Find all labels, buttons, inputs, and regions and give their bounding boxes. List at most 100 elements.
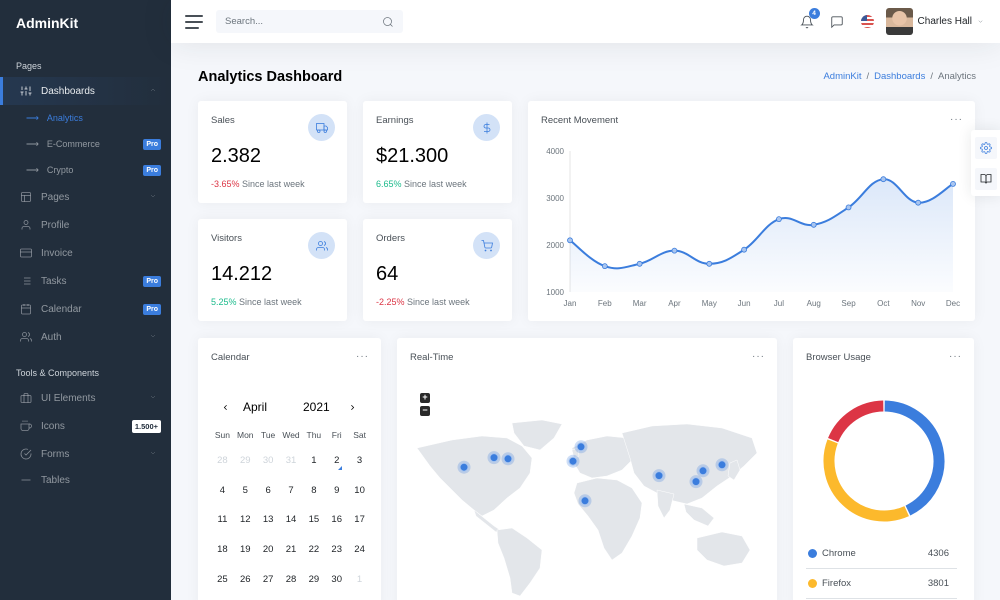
sidebar-subitem-ecommerce[interactable]: ⟶ E-Commerce Pro	[0, 131, 171, 157]
map-marker[interactable]	[691, 477, 701, 487]
calendar-year[interactable]: 2021	[303, 400, 330, 414]
calendar-day[interactable]: 19	[234, 535, 257, 565]
page-title: Analytics Dashboard	[198, 69, 343, 85]
calendar-day[interactable]: 29	[302, 565, 325, 595]
map-zoom-out-button[interactable]: −	[420, 406, 430, 416]
map-marker[interactable]	[654, 471, 664, 481]
calendar-day[interactable]: 5	[234, 476, 257, 506]
list-icon	[20, 474, 32, 486]
calendar-day[interactable]: 20	[257, 535, 280, 565]
sidebar-item-calendar[interactable]: Calendar Pro	[0, 295, 171, 323]
stat-footer: 6.65% Since last week	[376, 179, 467, 189]
sidebar-subitem-analytics[interactable]: ⟶ Analytics	[0, 105, 171, 131]
sidebar-item-ui-elements[interactable]: UI Elements	[0, 384, 171, 412]
sidebar-item-profile[interactable]: Profile	[0, 211, 171, 239]
data-point	[950, 181, 956, 187]
weekday-header: Wed	[282, 430, 300, 440]
calendar-day[interactable]: 1	[348, 565, 371, 595]
breadcrumb-link-dashboards[interactable]: Dashboards	[874, 71, 925, 82]
calendar-day[interactable]: 15	[302, 505, 325, 535]
calendar-day[interactable]: 1	[302, 446, 325, 476]
calendar-day[interactable]: 27	[257, 565, 280, 595]
notifications-button[interactable]: 4	[799, 7, 820, 30]
calendar-day[interactable]: 24	[348, 535, 371, 565]
calendar-day[interactable]: 6	[257, 476, 280, 506]
stat-value: 64	[376, 263, 399, 285]
sidebar-item-invoice[interactable]: Invoice	[0, 239, 171, 267]
x-tick-label: May	[702, 299, 717, 308]
calendar-day[interactable]: 17	[348, 505, 371, 535]
map-marker[interactable]	[568, 456, 578, 466]
menu-toggle-button[interactable]	[185, 14, 203, 29]
map-marker[interactable]	[503, 454, 513, 464]
y-tick-label: 1000	[546, 288, 564, 297]
settings-button[interactable]	[975, 137, 997, 159]
calendar-day[interactable]: 29	[234, 446, 257, 476]
sidebar-item-dashboards[interactable]: Dashboards	[0, 77, 171, 105]
brand-logo[interactable]: AdminKit	[0, 0, 171, 44]
calendar-day-today[interactable]: 2	[325, 446, 348, 476]
calendar-day[interactable]: 9	[325, 476, 348, 506]
calendar-day[interactable]: 10	[348, 476, 371, 506]
more-options-button[interactable]: ···	[356, 351, 369, 362]
calendar-day[interactable]: 13	[257, 505, 280, 535]
sidebar-item-icons[interactable]: Icons 1.500+	[0, 412, 171, 440]
calendar-day[interactable]: 3	[348, 446, 371, 476]
calendar-day[interactable]: 8	[302, 476, 325, 506]
calendar-day[interactable]: 26	[234, 565, 257, 595]
us-flag-icon[interactable]	[860, 15, 874, 28]
sidebar-item-pages[interactable]: Pages	[0, 183, 171, 211]
calendar-day[interactable]: 25	[211, 565, 234, 595]
calendar-day[interactable]: 22	[302, 535, 325, 565]
map-marker[interactable]	[717, 460, 727, 470]
chevron-left-icon	[223, 404, 227, 410]
sidebar-item-auth[interactable]: Auth	[0, 323, 171, 351]
messages-button[interactable]	[829, 14, 845, 30]
stat-card-sales: Sales 2.382 -3.65% Since last week	[198, 101, 347, 203]
prev-month-button[interactable]	[219, 400, 231, 414]
calendar-day[interactable]: 7	[280, 476, 303, 506]
world-map[interactable]	[412, 418, 762, 598]
calendar-month[interactable]: April	[243, 400, 267, 414]
more-options-button[interactable]: ···	[949, 351, 962, 362]
map-marker[interactable]	[459, 462, 469, 472]
calendar-day[interactable]: 23	[325, 535, 348, 565]
docs-button[interactable]	[975, 168, 997, 190]
data-point	[776, 216, 782, 223]
calendar-day[interactable]: 18	[211, 535, 234, 565]
check-circle-icon	[20, 448, 32, 460]
calendar-day[interactable]: 4	[211, 476, 234, 506]
map-marker[interactable]	[489, 453, 499, 463]
search-input[interactable]	[225, 16, 382, 27]
map-marker[interactable]	[576, 442, 586, 452]
map-zoom-in-button[interactable]: +	[420, 393, 430, 403]
sidebar-subitem-crypto[interactable]: ⟶ Crypto Pro	[0, 157, 171, 183]
calendar-day[interactable]: 21	[280, 535, 303, 565]
calendar-day[interactable]: 12	[234, 505, 257, 535]
calendar-day[interactable]: 28	[211, 446, 234, 476]
calendar-day[interactable]: 16	[325, 505, 348, 535]
legend-dot	[808, 579, 817, 588]
map-marker[interactable]	[580, 496, 590, 506]
calendar-day[interactable]: 30	[325, 565, 348, 595]
stat-title: Orders	[376, 233, 406, 244]
calendar-day[interactable]: 28	[280, 565, 303, 595]
doughnut-slice-other[interactable]	[828, 400, 884, 443]
breadcrumb-link-adminkit[interactable]: AdminKit	[823, 71, 861, 82]
calendar-day[interactable]: 14	[280, 505, 303, 535]
calendar-day[interactable]: 11	[211, 505, 234, 535]
calendar-day[interactable]: 31	[280, 446, 303, 476]
doughnut-slice-firefox[interactable]	[823, 439, 909, 522]
sidebar-item-tasks[interactable]: Tasks Pro	[0, 267, 171, 295]
calendar-day[interactable]: 30	[257, 446, 280, 476]
line-chart: 1000 2000 3000 4000 Jan Feb Mar Apr May Jun Jul Aug…	[546, 147, 960, 308]
sidebar-item-forms[interactable]: Forms	[0, 440, 171, 468]
doughnut-slice-chrome[interactable]	[884, 400, 945, 516]
more-options-button[interactable]: ···	[752, 351, 765, 362]
sidebar-item-tables[interactable]: Tables	[0, 468, 171, 486]
next-month-button[interactable]	[346, 400, 358, 414]
map-marker[interactable]	[698, 466, 708, 476]
avatar[interactable]	[885, 8, 913, 35]
user-menu[interactable]: Charles Hall	[918, 16, 984, 27]
search-icon[interactable]	[382, 16, 394, 28]
